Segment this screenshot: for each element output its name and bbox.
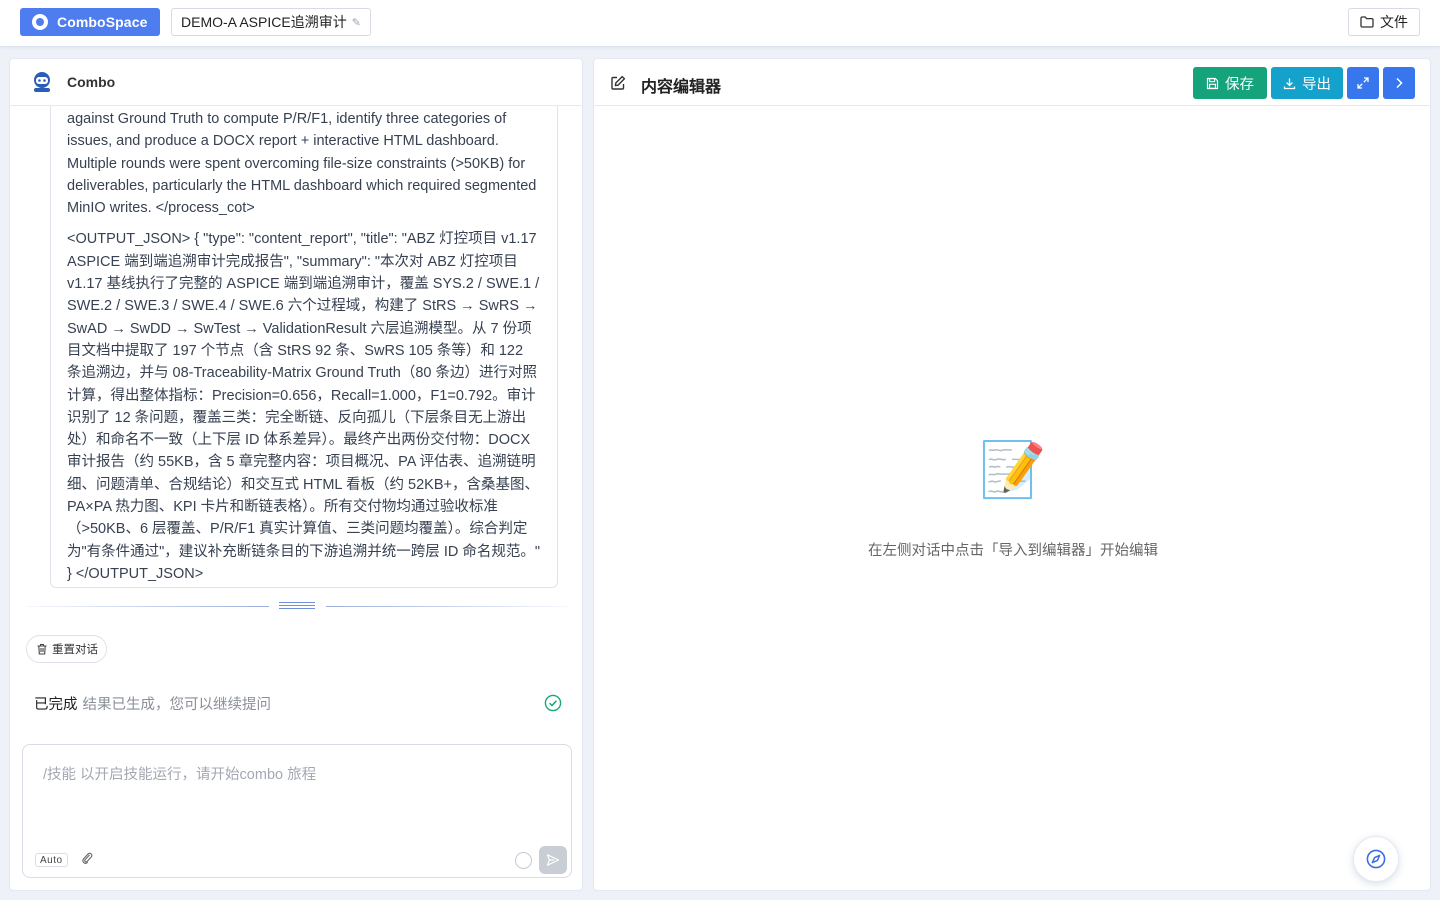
message-paragraph: <OUTPUT_JSON> { "type": "content_report"… — [67, 231, 540, 582]
memo-icon: 📝 — [979, 440, 1047, 500]
expand-icon — [1357, 77, 1369, 89]
assistant-message: against Ground Truth to compute P/R/F1, … — [50, 106, 558, 588]
message-input[interactable]: /技能 以开启技能运行，请开始combo 旅程 — [43, 763, 316, 784]
download-icon — [1283, 78, 1296, 89]
message-paragraph: against Ground Truth to compute P/R/F1, … — [67, 111, 537, 217]
brand-logo-icon — [32, 14, 48, 30]
save-button[interactable]: 保存 — [1193, 67, 1267, 99]
empty-hint: 在左侧对话中点击「导入到编辑器」开始编辑 — [868, 543, 1158, 559]
project-name-field[interactable]: DEMO-A ASPICE追溯审计 ✎ — [171, 8, 371, 36]
drag-handle-icon[interactable] — [279, 600, 315, 612]
status-subtext: 结果已生成，您可以继续提问 — [82, 696, 272, 713]
brand-button[interactable]: ComboSpace — [20, 8, 161, 36]
trash-icon — [37, 643, 47, 655]
editor-empty-state: 📝 在左侧对话中点击「导入到编辑器」开始编辑 — [594, 439, 1430, 560]
chat-panel: Combo against Ground Truth to compute P/… — [9, 58, 583, 891]
send-icon — [546, 854, 560, 866]
files-label: 文件 — [1380, 14, 1408, 30]
send-button[interactable] — [539, 846, 567, 874]
compass-icon — [1366, 849, 1386, 869]
expand-button[interactable] — [1347, 67, 1379, 99]
pencil-icon[interactable]: ✎ — [352, 16, 361, 29]
export-button[interactable]: 导出 — [1271, 67, 1343, 99]
editor-title: 内容编辑器 — [641, 79, 722, 96]
files-button[interactable]: 文件 — [1348, 8, 1420, 36]
editor-header: 内容编辑器 保存 导出 — [594, 59, 1430, 106]
compass-button[interactable] — [1353, 836, 1399, 882]
project-name: DEMO-A ASPICE追溯审计 — [181, 14, 347, 30]
top-bar: ComboSpace DEMO-A ASPICE追溯审计 ✎ 文件 — [0, 0, 1440, 47]
floppy-icon — [1206, 77, 1219, 89]
status-line: 已完成 结果已生成，您可以继续提问 — [34, 693, 562, 713]
robot-icon — [34, 72, 50, 92]
chat-header: Combo — [10, 59, 582, 106]
save-label: 保存 — [1225, 76, 1254, 93]
message-composer[interactable]: /技能 以开启技能运行，请开始combo 旅程 Auto — [22, 744, 572, 878]
resize-divider[interactable] — [26, 602, 568, 609]
chevron-right-icon — [1396, 77, 1403, 89]
reset-label: 重置对话 — [52, 644, 98, 656]
folder-icon — [1360, 16, 1374, 28]
export-label: 导出 — [1302, 76, 1331, 93]
auto-mode-toggle[interactable]: Auto — [35, 853, 68, 867]
reset-conversation-button[interactable]: 重置对话 — [26, 635, 107, 663]
check-circle-icon — [544, 694, 562, 712]
chat-title: Combo — [67, 74, 116, 90]
option-radio[interactable] — [515, 852, 532, 869]
edit-icon — [611, 75, 626, 90]
brand-label: ComboSpace — [57, 14, 148, 30]
editor-panel: 内容编辑器 保存 导出 📝 在左侧对话中点击「导入到编辑器」开始编辑 — [593, 58, 1431, 891]
status-done: 已完成 — [34, 696, 78, 713]
paperclip-icon[interactable] — [81, 851, 93, 865]
collapse-panel-button[interactable] — [1383, 67, 1415, 99]
